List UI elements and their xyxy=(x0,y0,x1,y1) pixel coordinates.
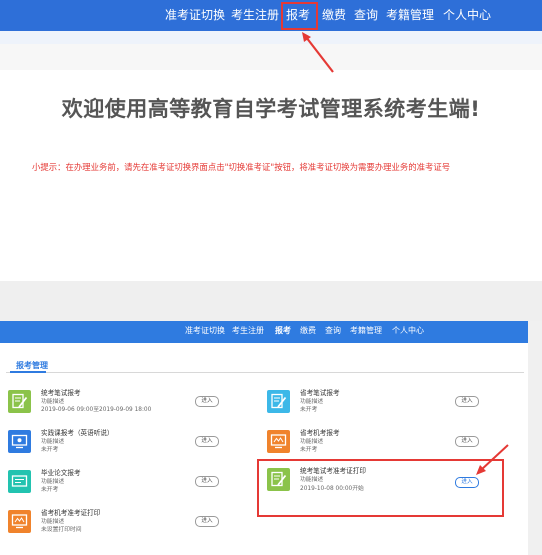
card-desc: 功能描述 xyxy=(300,399,324,405)
card-status: 未开考 xyxy=(41,487,59,493)
highlight-box-apply xyxy=(281,2,318,30)
card-title: 省考笔试报考 xyxy=(300,389,340,397)
nav2-item-records[interactable]: 考籍管理 xyxy=(350,326,382,336)
edit-form-icon xyxy=(8,390,31,413)
card-title: 实践课报考（英语听说） xyxy=(41,429,114,437)
divider-band xyxy=(0,44,542,70)
nav2-item-profile[interactable]: 个人中心 xyxy=(392,326,424,336)
page-edge xyxy=(528,321,542,555)
nav-item-query[interactable]: 查询 xyxy=(354,8,378,22)
tip-text: 小提示：在办理业务前，请先在准考证切换界面点击"切换准考证"按钮，将准考证切换为… xyxy=(32,162,451,172)
edit-form-icon xyxy=(267,390,290,413)
enter-button[interactable]: 进入 xyxy=(195,516,219,527)
monitor-icon xyxy=(8,430,31,453)
card-status: 2019-09-06 09:00至2019-09-09 18:00 xyxy=(41,407,152,413)
card-status: 未开考 xyxy=(300,447,318,453)
card-status: 未开考 xyxy=(300,407,318,413)
card-desc: 功能描述 xyxy=(41,399,65,405)
nav2-item-query[interactable]: 查询 xyxy=(325,326,341,336)
nav-item-profile[interactable]: 个人中心 xyxy=(443,8,491,22)
card-status: 未设置打印时间 xyxy=(41,527,82,533)
tab-apply-management[interactable]: 报考管理 xyxy=(16,360,48,371)
top-subbar xyxy=(0,31,542,44)
card-desc: 功能描述 xyxy=(300,439,324,445)
nav-item-register[interactable]: 考生注册 xyxy=(231,8,279,22)
nav-bar-2: 准考证切换 考生注册 报考 缴费 查询 考籍管理 个人中心 xyxy=(0,321,528,343)
enter-button[interactable]: 进入 xyxy=(195,476,219,487)
nav2-item-apply[interactable]: 报考 xyxy=(275,326,291,336)
card-desc: 功能描述 xyxy=(41,439,65,445)
welcome-title: 欢迎使用高等教育自学考试管理系统考生端! xyxy=(61,97,481,121)
tab-divider xyxy=(6,372,524,373)
nav-item-records[interactable]: 考籍管理 xyxy=(386,8,434,22)
enter-button[interactable]: 进入 xyxy=(195,396,219,407)
enter-button[interactable]: 进入 xyxy=(195,436,219,447)
card-desc: 功能描述 xyxy=(41,519,65,525)
nav-item-ticket-switch[interactable]: 准考证切换 xyxy=(165,8,225,22)
screen-icon xyxy=(267,430,290,453)
card-title: 省考机考报考 xyxy=(300,429,340,437)
screen-icon xyxy=(8,510,31,533)
card-status: 未开考 xyxy=(41,447,59,453)
card-title: 统考笔试报考 xyxy=(41,389,81,397)
card-desc: 功能描述 xyxy=(41,479,65,485)
tab-active-underline xyxy=(10,371,46,373)
top-nav-bar: 准考证切换 考生注册 报考 缴费 查询 考籍管理 个人中心 xyxy=(0,0,542,31)
nav2-item-register[interactable]: 考生注册 xyxy=(232,326,264,336)
paper-icon xyxy=(8,470,31,493)
enter-button[interactable]: 进入 xyxy=(455,436,479,447)
nav-item-payment[interactable]: 缴费 xyxy=(322,8,346,22)
screenshot-separator xyxy=(0,281,542,321)
nav2-item-payment[interactable]: 缴费 xyxy=(300,326,316,336)
highlight-box-card xyxy=(257,459,504,517)
enter-button[interactable]: 进入 xyxy=(455,396,479,407)
card-title: 省考机考准考证打印 xyxy=(41,509,101,517)
nav2-item-ticket-switch[interactable]: 准考证切换 xyxy=(185,326,225,336)
card-title: 毕业论文报考 xyxy=(41,469,81,477)
